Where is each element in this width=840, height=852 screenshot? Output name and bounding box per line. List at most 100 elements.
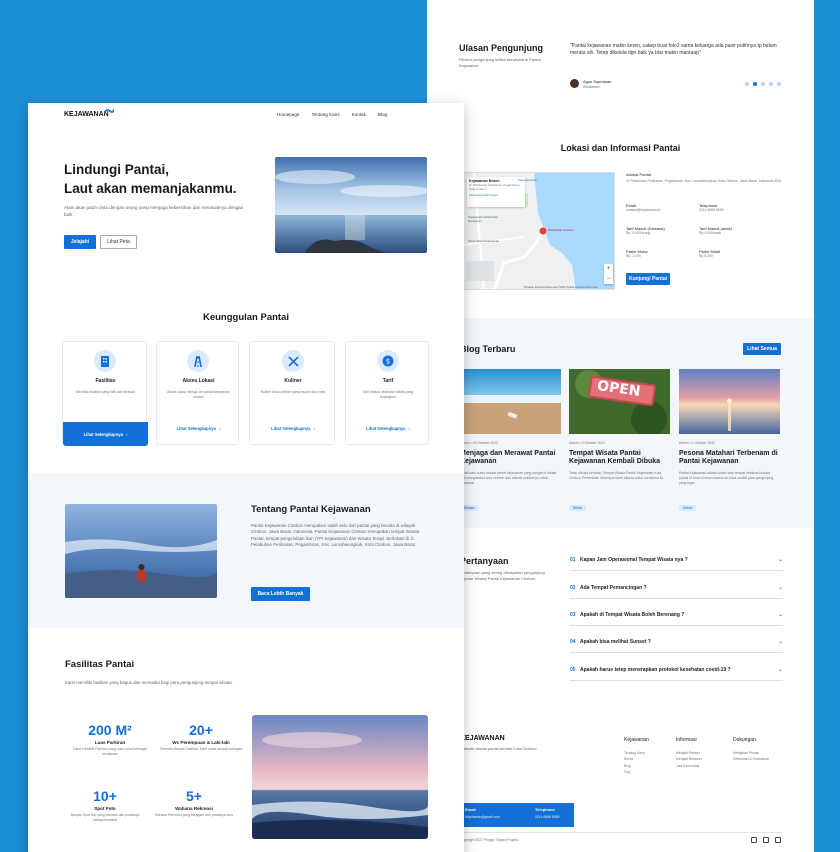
feature-desc: Memiliki fasilitas yang baik dan terawat (76, 390, 135, 394)
building-icon (94, 350, 116, 372)
map-zoom-controls: + − (604, 264, 613, 284)
map[interactable]: Kejawanan Beach Jl. Pelabuhan Perikanan,… (463, 172, 615, 290)
stat-desc: Wahana Rekreasi yang beragam dan posisin… (154, 813, 234, 817)
footer-link[interactable]: Faq (624, 769, 645, 775)
footer-logo[interactable]: KEJAWANAN (460, 735, 505, 742)
facebook-icon[interactable] (763, 837, 769, 843)
faq-item[interactable]: 01 Kapan Jam Operasional Tempat Wisata ny… (570, 549, 783, 571)
zoom-out-button[interactable]: − (607, 276, 611, 282)
carousel-dot-active[interactable] (753, 82, 757, 86)
hero-title-line2: Laut akan memanjakanmu. (64, 180, 237, 196)
nav-link-about[interactable]: Tentang Kami (311, 112, 339, 117)
stat-value: 20+ (189, 722, 213, 738)
blog-post-title[interactable]: Tempat Wisata Pantai Kejawanan Kembali D… (569, 450, 670, 467)
nav-link-blog[interactable]: Blog (378, 112, 387, 117)
chevron-down-icon[interactable]: ⌄ (778, 611, 783, 618)
tarif-anak-value: Rp 4.000/anak (699, 231, 722, 235)
zoom-in-button[interactable]: + (607, 266, 611, 272)
copyright: Copyright 2022 Pinggir Segara Project (460, 838, 518, 842)
logo-wave-icon (104, 108, 114, 114)
feature-card-kuliner[interactable]: Kuliner Kuliner khas cirebon yang murah … (249, 341, 335, 445)
reviewer-role: Wisatawan (583, 85, 600, 89)
stat-value: 10+ (93, 788, 117, 804)
chevron-down-icon[interactable]: ⌄ (778, 584, 783, 591)
explore-button[interactable]: Jelajahi (64, 235, 96, 249)
carousel-dot[interactable] (745, 82, 749, 86)
feature-card-tarif[interactable]: $ Tarif Tarif masuk destinasi wisata yan… (345, 341, 429, 445)
nav-links: Homepage Tentang Kami Kontak Blog (277, 112, 387, 117)
faq-number: 03 (570, 611, 576, 618)
feature-title: Tarif (382, 378, 394, 384)
blog-meta: Admin • 9 Oktober 2022 (569, 441, 606, 445)
feature-card-fasilitas[interactable]: Fasilitas Memiliki fasilitas yang baik d… (62, 341, 148, 446)
faq-question: Apakah di Tempat Wisata Boleh Berenang ? (580, 611, 685, 618)
social-icons (751, 837, 781, 843)
blog-meta: Admin • 18 Oktober 2022 (460, 441, 498, 445)
address-label: Alamat Pantai (626, 172, 651, 177)
hero-description: Alam akan jatuh cinta dengan orang yang … (64, 205, 244, 217)
visit-beach-button[interactable]: Kunjungi Pantai (626, 273, 670, 285)
faq-number: 04 (570, 638, 576, 645)
blog-image[interactable] (460, 369, 561, 434)
footer-phone-value[interactable]: 0214 6666 8989 (535, 815, 560, 819)
faq-item[interactable]: 02 Ada Tempat Pemancingan ? ⌄ (570, 577, 783, 599)
blog-post-title[interactable]: Menjaga dan Merawat Pantai Kejawanan (460, 450, 561, 467)
reviewer-name: Agus Suprianan (583, 79, 612, 84)
map-info-box: Kejawanan Beach Jl. Pelabuhan Perikanan,… (467, 177, 525, 207)
map-directions[interactable]: Petunjuk Arah (518, 178, 537, 182)
road-icon (187, 350, 209, 372)
feature-link[interactable]: Lihat Selengkapnya › (250, 426, 336, 431)
chevron-down-icon[interactable]: ⌄ (778, 638, 783, 645)
blog-tag: Artikel (679, 496, 697, 514)
carousel-dot[interactable] (769, 82, 773, 86)
footer-link[interactable]: Jadi Komunitas (676, 763, 702, 769)
faq-item[interactable]: 04 Apakah bisa melihat Sunset ? ⌄ (570, 631, 783, 653)
faq-subtitle: Pertanyaan yang sering ditanyakan pengun… (460, 570, 545, 581)
map-label: Pelabuhan Cirebon (548, 228, 574, 232)
phone-value: 0214 6666 8989 (699, 208, 724, 212)
parkir-motor-value: Rp. 2.000 (626, 254, 641, 258)
address-value: Jl. Pelabuhan Perikanan, Pegambiran, Kec… (626, 179, 782, 183)
feature-title: Akses Lokasi (182, 378, 215, 384)
feature-title: Kuliner (284, 378, 302, 384)
feature-link[interactable]: Lihat Selengkapnya › (157, 426, 240, 431)
youtube-icon[interactable] (775, 837, 781, 843)
faq-item[interactable]: 05 Apakah harus tetep menerapkan protokol… (570, 659, 783, 681)
footer-email-value[interactable]: kejawanan@gmail.com (465, 815, 525, 819)
nav-logo[interactable]: KEJAWANAN (64, 111, 109, 118)
faq-item[interactable]: 03 Apakah di Tempat Wisata Boleh Berenang… (570, 604, 783, 626)
footer-divider (460, 832, 783, 833)
blog-excerpt: Salah satu sudut wisata pantai kejawanan… (460, 471, 557, 485)
svg-text:$: $ (386, 358, 390, 366)
footer-link[interactable]: Menjadi Relawan (676, 756, 702, 762)
feature-link[interactable]: Lihat Selengkapnya › (63, 422, 148, 446)
faq-number: 01 (570, 556, 576, 563)
map-larger-link[interactable]: Lihat peta lebih besar (469, 193, 523, 197)
avatar (570, 79, 579, 88)
faq-number: 05 (570, 666, 576, 673)
faq-number: 02 (570, 584, 576, 591)
feature-link[interactable]: Lihat Selengkapnya › (346, 426, 430, 431)
back-page: Ulasan Pengunjung Review pengunjung keti… (427, 0, 814, 852)
blog-image[interactable]: OPEN (569, 369, 670, 434)
nav-link-contact[interactable]: Kontak (352, 112, 366, 117)
blog-image[interactable] (679, 369, 780, 434)
carousel-dot[interactable] (761, 82, 765, 86)
feature-card-akses[interactable]: Akses Lokasi Akses lokasi menuju ke pant… (156, 341, 239, 445)
chevron-down-icon[interactable]: ⌄ (778, 666, 783, 673)
blog-post-title[interactable]: Pesona Matahari Terbenam di Pantai Kejaw… (679, 450, 780, 467)
carousel-dot[interactable] (777, 82, 781, 86)
see-all-button[interactable]: Lihat Semua (743, 343, 781, 355)
footer-link[interactable]: Ketentuan & Keamanan (733, 756, 769, 762)
instagram-icon[interactable] (751, 837, 757, 843)
coin-icon: $ (377, 350, 399, 372)
view-map-button[interactable]: Lihat Peta (100, 235, 137, 249)
stat-label: Wc Perempuan & Laki-laki (172, 740, 230, 745)
reviews-title: Ulasan Pengunjung (459, 43, 544, 53)
nav-link-homepage[interactable]: Homepage (277, 112, 299, 117)
front-page: KEJAWANAN Homepage Tentang Kami Kontak B… (28, 103, 464, 852)
hero-image (275, 157, 427, 253)
chevron-down-icon[interactable]: ⌄ (778, 556, 783, 563)
read-more-button[interactable]: Baca Lebih Banyak (251, 587, 310, 601)
blog-excerpt: Pantai Kejawanan adalah salah satu tempa… (679, 471, 774, 485)
